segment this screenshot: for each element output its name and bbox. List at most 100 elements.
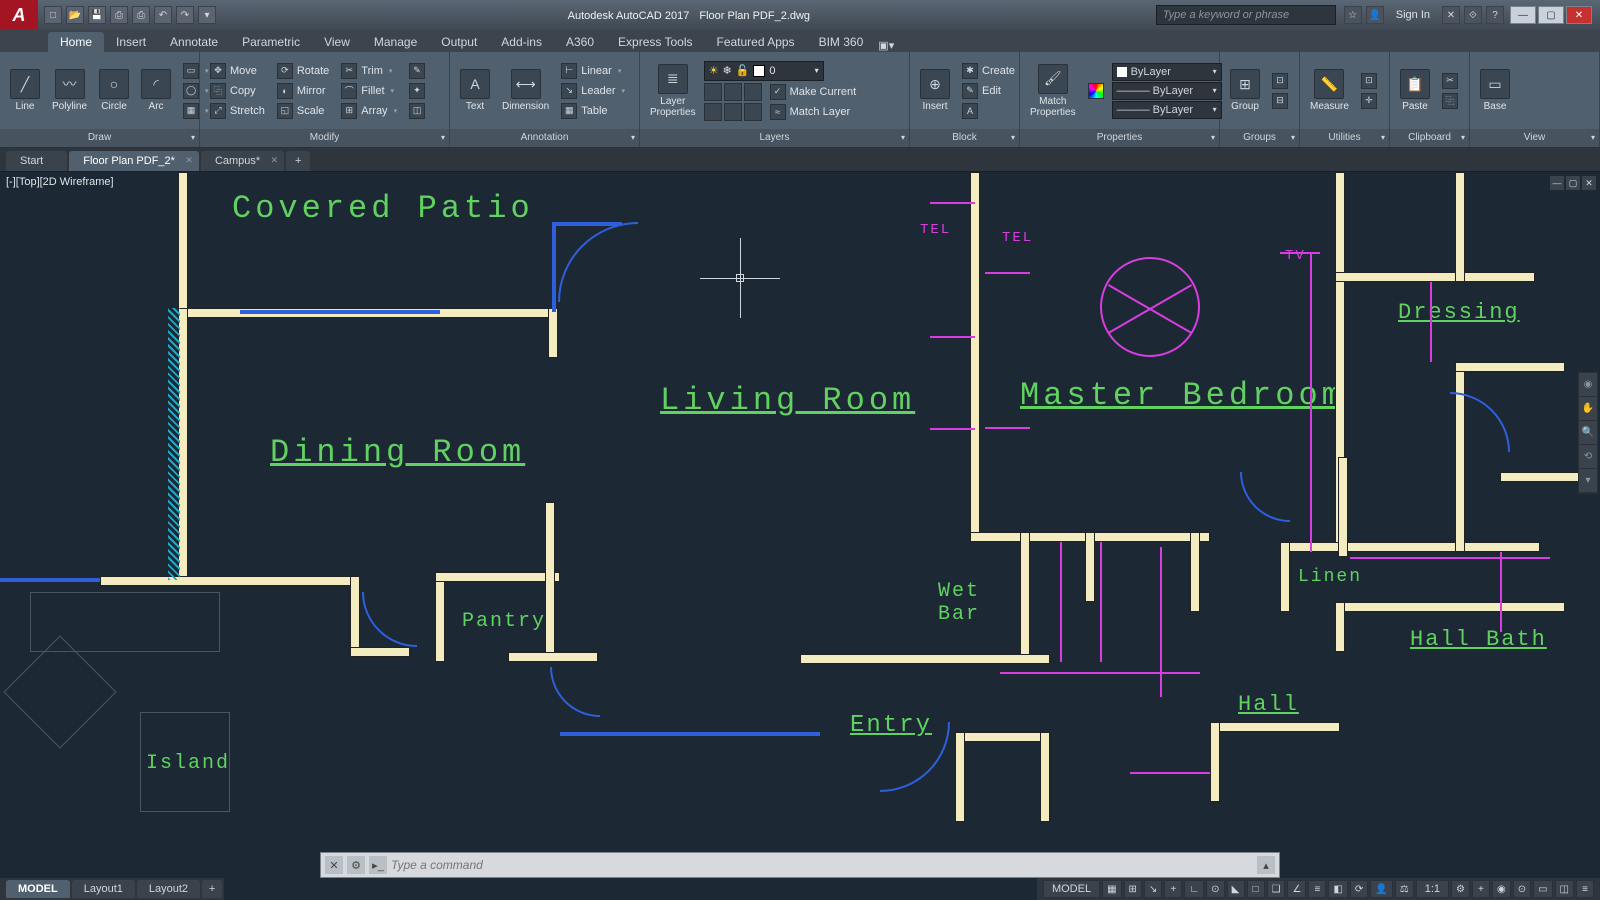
clip-copy-icon[interactable]: ⿻ (1438, 92, 1462, 110)
tool-match-properties[interactable]: 🖌Match Properties (1026, 62, 1080, 120)
prop-color-icon[interactable] (1084, 82, 1108, 100)
nav-wheel-icon[interactable]: ◉ (1579, 373, 1597, 397)
layout-tab-add[interactable]: + (202, 880, 222, 898)
cmd-history-icon[interactable]: ▴ (1257, 856, 1275, 874)
drawing-canvas[interactable]: [-][Top][2D Wireframe] — ▢ ✕ Covered Pat… (0, 172, 1600, 848)
qat-save[interactable]: 💾 (88, 6, 106, 24)
panel-title-properties[interactable]: Properties (1020, 129, 1219, 147)
qat-more[interactable]: ▾ (198, 6, 216, 24)
status-osnap-icon[interactable]: □ (1247, 880, 1265, 898)
clip-cut-icon[interactable]: ✂ (1438, 72, 1462, 90)
tool-rotate[interactable]: ⟳Rotate (273, 62, 333, 80)
tool-group[interactable]: ⊞Group (1226, 67, 1264, 114)
menu-tab-annotate[interactable]: Annotate (158, 32, 230, 52)
tool-fillet[interactable]: ⌒Fillet▾ (337, 82, 401, 100)
menu-tab-bim360[interactable]: BIM 360 (807, 32, 876, 52)
tool-linear[interactable]: ⊢Linear▾ (557, 62, 629, 80)
status-annvis-icon[interactable]: 👤 (1370, 880, 1392, 898)
tool-dimension[interactable]: ⟷Dimension (498, 67, 553, 114)
search-input[interactable]: Type a keyword or phrase (1156, 5, 1336, 25)
status-autoscale-icon[interactable]: ⚖ (1395, 880, 1414, 898)
nav-zoom-icon[interactable]: 🔍 (1579, 421, 1597, 445)
status-grid-icon[interactable]: ▦ (1102, 880, 1121, 898)
util-1-icon[interactable]: ⊡ (1357, 72, 1381, 90)
nav-orbit-icon[interactable]: ⟲ (1579, 445, 1597, 469)
menu-tab-featured[interactable]: Featured Apps (705, 32, 807, 52)
tool-trim[interactable]: ✂Trim▾ (337, 62, 401, 80)
menu-tab-view[interactable]: View (312, 32, 362, 52)
status-polar-icon[interactable]: ⊙ (1206, 880, 1224, 898)
menu-tab-express[interactable]: Express Tools (606, 32, 704, 52)
tool-arc[interactable]: ◜Arc (137, 67, 175, 114)
tool-stretch[interactable]: ⤢Stretch (206, 102, 269, 120)
status-3dosnap-icon[interactable]: ❑ (1267, 880, 1286, 898)
panel-title-view[interactable]: View (1470, 129, 1599, 147)
tool-polyline[interactable]: 〰Polyline (48, 67, 91, 114)
cmd-close-icon[interactable]: ✕ (325, 856, 343, 874)
layer-tools-grid[interactable] (704, 83, 762, 121)
qat-undo[interactable]: ↶ (154, 6, 172, 24)
file-tab-floorplan[interactable]: Floor Plan PDF_2*✕ (69, 151, 199, 171)
tool-copy[interactable]: ⿻Copy (206, 82, 269, 100)
file-tab-new[interactable]: + (286, 151, 310, 171)
tool-block-edit[interactable]: ✎Edit (958, 82, 1019, 100)
maximize-button[interactable]: ▢ (1538, 6, 1564, 24)
panel-title-block[interactable]: Block (910, 129, 1019, 147)
tool-base[interactable]: ▭Base (1476, 67, 1514, 114)
layout-tab-layout2[interactable]: Layout2 (137, 880, 200, 898)
status-lweight-icon[interactable]: ≡ (1308, 880, 1326, 898)
layer-dropdown[interactable]: ☀❄🔓0▾ (704, 61, 824, 81)
vp-close-icon[interactable]: ✕ (1582, 176, 1596, 190)
tool-offset-icon[interactable]: ◫ (405, 102, 429, 120)
tool-layer-properties[interactable]: ≣Layer Properties (646, 62, 700, 120)
status-custom-icon[interactable]: ≡ (1576, 880, 1594, 898)
cmd-options-icon[interactable]: ⚙ (347, 856, 365, 874)
minimize-button[interactable]: — (1510, 6, 1536, 24)
group-opt1-icon[interactable]: ⊡ (1268, 72, 1292, 90)
status-ortho-icon[interactable]: ∟ (1184, 880, 1204, 898)
panel-title-utilities[interactable]: Utilities (1300, 129, 1389, 147)
user-icon[interactable]: 👤 (1366, 6, 1384, 24)
viewport-label[interactable]: [-][Top][2D Wireframe] (6, 176, 114, 188)
app-logo[interactable]: A (0, 0, 38, 30)
status-hw-icon[interactable]: ⊙ (1513, 880, 1531, 898)
menu-tab-a360[interactable]: A360 (554, 32, 606, 52)
tool-paste[interactable]: 📋Paste (1396, 67, 1434, 114)
sign-in-link[interactable]: Sign In (1388, 9, 1438, 21)
prop-lineweight-combo[interactable]: ——— ByLayer▾ (1112, 82, 1222, 100)
qat-open[interactable]: 📂 (66, 6, 84, 24)
tool-mirror[interactable]: ◐Mirror (273, 82, 333, 100)
prop-color-combo[interactable]: ByLayer▾ (1112, 63, 1222, 81)
status-cycle-icon[interactable]: ⟳ (1350, 880, 1368, 898)
panel-title-layers[interactable]: Layers (640, 129, 909, 147)
help-icon[interactable]: ? (1486, 6, 1504, 24)
status-mon-icon[interactable]: ◉ (1492, 880, 1511, 898)
infocenter-icon[interactable]: ☆ (1344, 6, 1362, 24)
tool-leader[interactable]: ↘Leader▾ (557, 82, 629, 100)
status-otrack-icon[interactable]: ∠ (1287, 880, 1306, 898)
menu-tab-manage[interactable]: Manage (362, 32, 429, 52)
status-clean-icon[interactable]: ▭ (1533, 880, 1552, 898)
tool-move[interactable]: ✥Move (206, 62, 269, 80)
prop-linetype-combo[interactable]: ——— ByLayer▾ (1112, 101, 1222, 119)
tool-match-layer[interactable]: ≈Match Layer (766, 103, 861, 121)
tool-block-attr-icon[interactable]: A (958, 102, 1019, 120)
status-iso2-icon[interactable]: ◫ (1555, 880, 1574, 898)
tool-measure[interactable]: 📏Measure (1306, 67, 1353, 114)
vp-min-icon[interactable]: — (1550, 176, 1564, 190)
layout-tab-model[interactable]: MODEL (6, 880, 70, 898)
qat-new[interactable]: □ (44, 6, 62, 24)
tool-erase-icon[interactable]: ✎ (405, 62, 429, 80)
tool-line[interactable]: ╱Line (6, 67, 44, 114)
tool-table[interactable]: ▦Table (557, 102, 629, 120)
panel-title-clipboard[interactable]: Clipboard (1390, 129, 1469, 147)
menu-tab-insert[interactable]: Insert (104, 32, 158, 52)
close-icon[interactable]: ✕ (185, 155, 193, 166)
tool-insert[interactable]: ⊕Insert (916, 67, 954, 114)
menu-tab-home[interactable]: Home (48, 32, 104, 52)
menu-tab-addins[interactable]: Add-ins (489, 32, 554, 52)
status-gear-icon[interactable]: ⚙ (1451, 880, 1470, 898)
close-icon[interactable]: ✕ (271, 155, 279, 166)
file-tab-campus[interactable]: Campus*✕ (201, 151, 284, 171)
qat-saveas[interactable]: ⎙ (110, 6, 128, 24)
